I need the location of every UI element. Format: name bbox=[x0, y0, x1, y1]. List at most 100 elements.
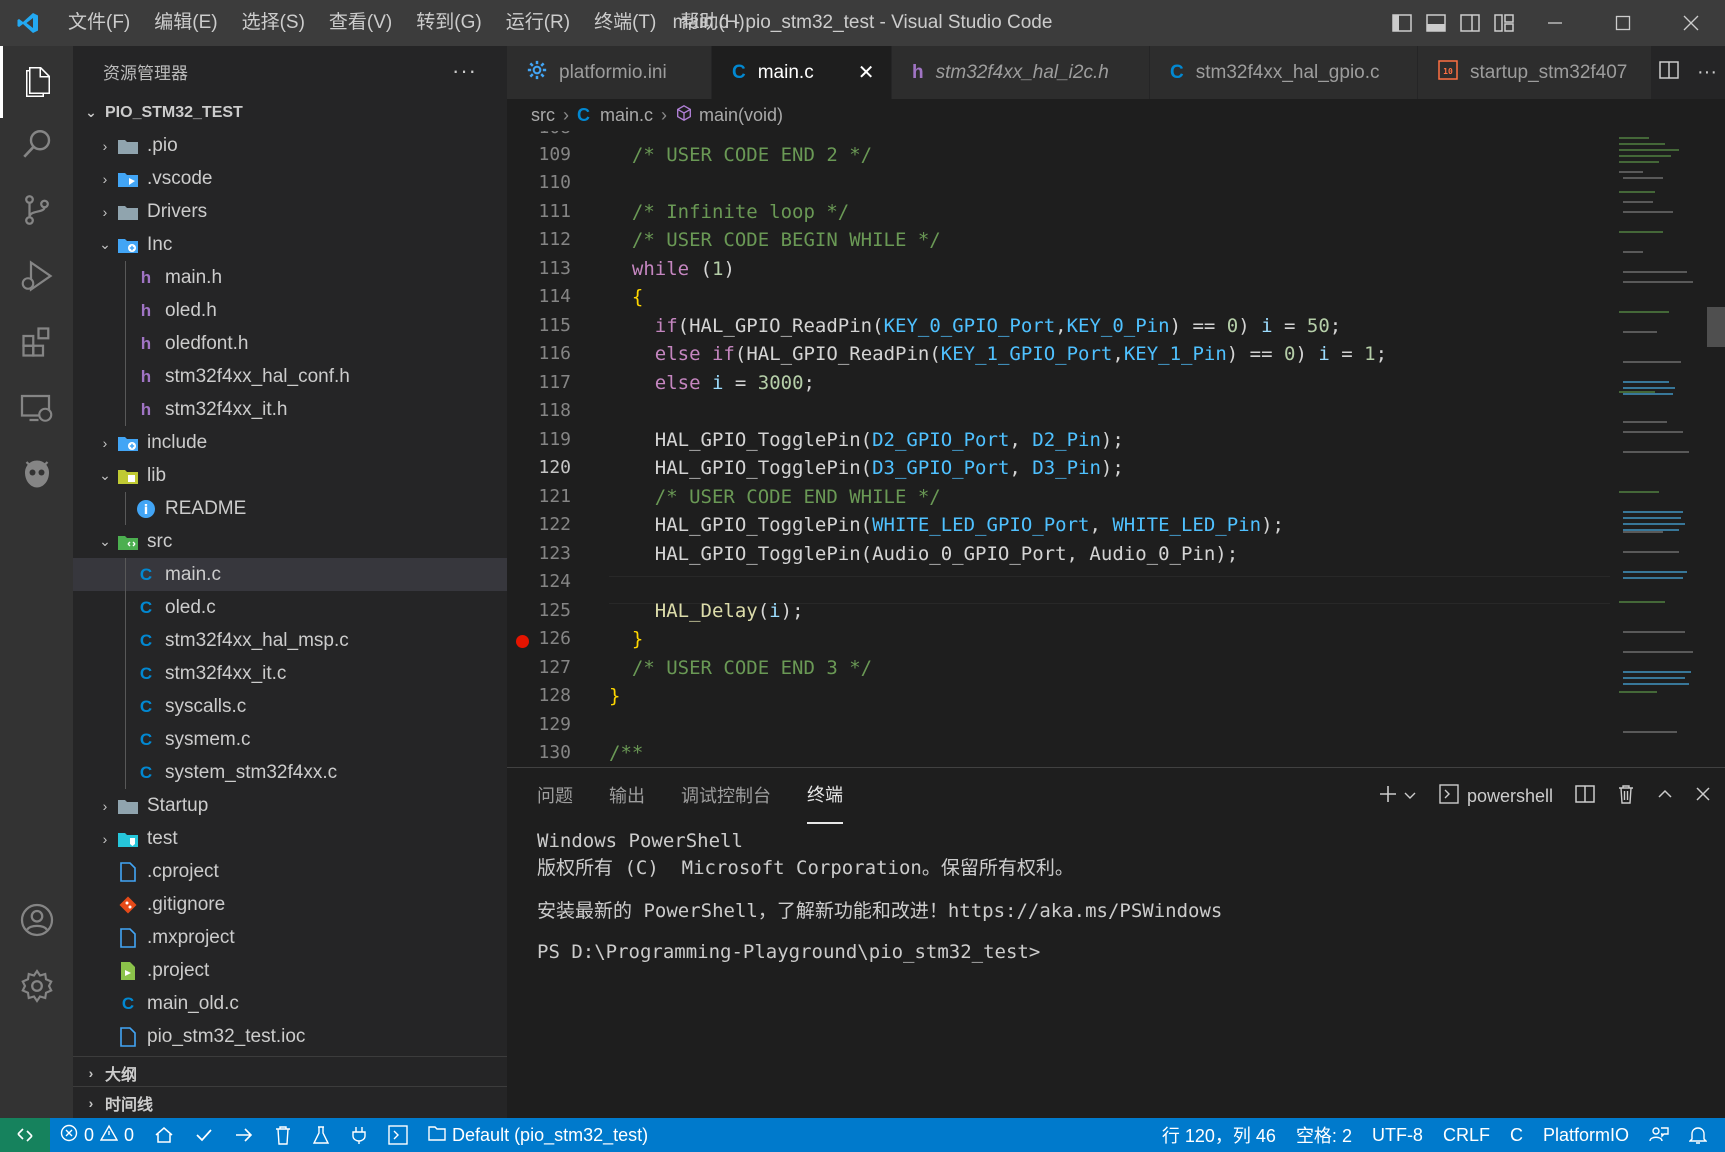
tree-file-cproject[interactable]: .cproject bbox=[73, 855, 507, 888]
tab-terminal[interactable]: 终端 bbox=[807, 768, 843, 824]
problems-indicator[interactable]: 0 0 bbox=[50, 1118, 144, 1152]
tree-file-oled-c[interactable]: C oled.c bbox=[73, 591, 507, 624]
minimap[interactable] bbox=[1615, 131, 1705, 767]
split-editor-icon[interactable] bbox=[1659, 61, 1679, 84]
tree-file-hal-conf-h[interactable]: h stm32f4xx_hal_conf.h bbox=[73, 360, 507, 393]
remote-explorer-icon[interactable] bbox=[0, 372, 73, 444]
remote-indicator-icon[interactable] bbox=[0, 1118, 50, 1152]
menu-file[interactable]: 文件(F) bbox=[56, 0, 142, 46]
menu-terminal[interactable]: 终端(T) bbox=[582, 0, 668, 46]
tree-file-readme[interactable]: i README bbox=[73, 492, 507, 525]
tree-file-ioc[interactable]: pio_stm32_test.ioc bbox=[73, 1020, 507, 1053]
search-icon[interactable] bbox=[0, 108, 73, 180]
tab-main-c[interactable]: C main.c ✕ bbox=[712, 46, 892, 99]
split-terminal-icon[interactable] bbox=[1575, 784, 1595, 808]
notifications-bell-icon[interactable] bbox=[1679, 1118, 1717, 1152]
tab-hal-gpio-c[interactable]: C stm32f4xx_hal_gpio.c bbox=[1150, 46, 1418, 99]
more-actions-icon[interactable]: ··· bbox=[452, 58, 477, 84]
tree-file-mxproject[interactable]: .mxproject bbox=[73, 921, 507, 954]
tree-folder-drivers[interactable]: › Drivers bbox=[73, 195, 507, 228]
tree-file-hal-msp-c[interactable]: C stm32f4xx_hal_msp.c bbox=[73, 624, 507, 657]
vertical-scrollbar[interactable] bbox=[1707, 131, 1725, 767]
tab-output[interactable]: 输出 bbox=[609, 768, 645, 824]
pio-upload-icon[interactable] bbox=[224, 1118, 264, 1152]
tree-file-it-h[interactable]: h stm32f4xx_it.h bbox=[73, 393, 507, 426]
settings-gear-icon[interactable] bbox=[0, 950, 73, 1022]
tree-folder-inc[interactable]: ⌄ Inc bbox=[73, 228, 507, 261]
tree-file-syscalls-c[interactable]: C syscalls.c bbox=[73, 690, 507, 723]
tree-file-it-c[interactable]: C stm32f4xx_it.c bbox=[73, 657, 507, 690]
extensions-icon[interactable] bbox=[0, 306, 73, 378]
timeline-section[interactable]: › 时间线 bbox=[73, 1086, 507, 1118]
pio-env-switcher[interactable]: Default (pio_stm32_test) bbox=[418, 1118, 658, 1152]
pio-clean-icon[interactable] bbox=[264, 1118, 302, 1152]
code-editor[interactable]: 108 109 110 111 112 113 114 115 116 117 … bbox=[507, 131, 1725, 767]
tab-startup[interactable]: 10 startup_stm32f407 bbox=[1418, 46, 1658, 99]
pio-terminal-icon[interactable] bbox=[378, 1118, 418, 1152]
minimize-icon[interactable] bbox=[1521, 0, 1589, 46]
maximize-icon[interactable] bbox=[1589, 0, 1657, 46]
terminal-prompt[interactable]: PS D:\Programming-Playground\pio_stm32_t… bbox=[537, 941, 1040, 963]
toggle-panel-icon[interactable] bbox=[1419, 0, 1453, 46]
tree-folder-vscode[interactable]: › .vscode bbox=[73, 162, 507, 195]
tree-folder-include[interactable]: › include bbox=[73, 426, 507, 459]
chevron-down-icon[interactable] bbox=[1403, 786, 1417, 807]
tree-file-oled-h[interactable]: h oled.h bbox=[73, 294, 507, 327]
tab-platformio-ini[interactable]: platformio.ini bbox=[507, 46, 712, 99]
close-window-icon[interactable] bbox=[1657, 0, 1725, 46]
tree-file-project[interactable]: .project bbox=[73, 954, 507, 987]
pio-serial-monitor-icon[interactable] bbox=[340, 1118, 378, 1152]
trash-icon[interactable] bbox=[1617, 784, 1635, 809]
feedback-icon[interactable] bbox=[1639, 1118, 1679, 1152]
tree-folder-test[interactable]: › test bbox=[73, 822, 507, 855]
tree-file-system-c[interactable]: C system_stm32f4xx.c bbox=[73, 756, 507, 789]
indentation[interactable]: 空格: 2 bbox=[1286, 1118, 1362, 1152]
breadcrumb-symbol[interactable]: main(void) bbox=[699, 105, 783, 126]
source-control-icon[interactable] bbox=[0, 174, 73, 246]
close-panel-icon[interactable] bbox=[1695, 786, 1711, 807]
menu-view[interactable]: 查看(V) bbox=[317, 0, 404, 46]
tree-file-main-c[interactable]: C main.c bbox=[73, 558, 507, 591]
language-mode[interactable]: C bbox=[1500, 1118, 1533, 1152]
breadcrumb-file[interactable]: main.c bbox=[600, 105, 653, 126]
toggle-secondary-sidebar-icon[interactable] bbox=[1453, 0, 1487, 46]
pio-build-icon[interactable] bbox=[184, 1118, 224, 1152]
platformio-status[interactable]: PlatformIO bbox=[1533, 1118, 1639, 1152]
workspace-root[interactable]: ⌄ PIO_STM32_TEST bbox=[73, 96, 507, 129]
more-actions-icon[interactable]: ··· bbox=[1697, 61, 1717, 84]
close-tab-icon[interactable]: ✕ bbox=[858, 60, 875, 85]
cursor-position[interactable]: 行 120，列 46 bbox=[1152, 1118, 1286, 1152]
tree-file-main-h[interactable]: h main.h bbox=[73, 261, 507, 294]
platformio-icon[interactable] bbox=[0, 438, 73, 510]
tab-debug-console[interactable]: 调试控制台 bbox=[681, 768, 771, 824]
scrollbar-thumb[interactable] bbox=[1707, 307, 1725, 347]
pio-home-icon[interactable] bbox=[144, 1118, 184, 1152]
run-debug-icon[interactable] bbox=[0, 240, 73, 312]
menu-edit[interactable]: 编辑(E) bbox=[142, 0, 229, 46]
new-terminal-icon[interactable] bbox=[1377, 783, 1399, 810]
tab-problems[interactable]: 问题 bbox=[537, 768, 573, 824]
account-icon[interactable] bbox=[0, 884, 73, 956]
menu-selection[interactable]: 选择(S) bbox=[230, 0, 317, 46]
terminal-shell-selector[interactable]: powershell bbox=[1439, 783, 1553, 809]
tree-file-oledfont-h[interactable]: h oledfont.h bbox=[73, 327, 507, 360]
tree-file-gitignore[interactable]: .gitignore bbox=[73, 888, 507, 921]
end-of-line[interactable]: CRLF bbox=[1433, 1118, 1500, 1152]
maximize-panel-icon[interactable] bbox=[1657, 786, 1673, 807]
encoding[interactable]: UTF-8 bbox=[1362, 1118, 1433, 1152]
breadcrumb-folder[interactable]: src bbox=[531, 105, 555, 126]
customize-layout-icon[interactable] bbox=[1487, 0, 1521, 46]
menu-go[interactable]: 转到(G) bbox=[404, 0, 493, 46]
menu-run[interactable]: 运行(R) bbox=[494, 0, 582, 46]
toggle-sidebar-icon[interactable] bbox=[1385, 0, 1419, 46]
tree-folder-pio[interactable]: › .pio bbox=[73, 129, 507, 162]
pio-test-icon[interactable] bbox=[302, 1118, 340, 1152]
tab-hal-i2c-h[interactable]: h stm32f4xx_hal_i2c.h bbox=[892, 46, 1150, 99]
menu-help[interactable]: 帮助(H) bbox=[668, 0, 756, 46]
outline-section[interactable]: › 大纲 bbox=[73, 1056, 507, 1089]
tree-folder-src[interactable]: ⌄ src bbox=[73, 525, 507, 558]
tree-file-main-old-c[interactable]: C main_old.c bbox=[73, 987, 507, 1020]
tree-folder-lib[interactable]: ⌄ lib bbox=[73, 459, 507, 492]
tree-folder-startup[interactable]: › Startup bbox=[73, 789, 507, 822]
tree-file-sysmem-c[interactable]: C sysmem.c bbox=[73, 723, 507, 756]
